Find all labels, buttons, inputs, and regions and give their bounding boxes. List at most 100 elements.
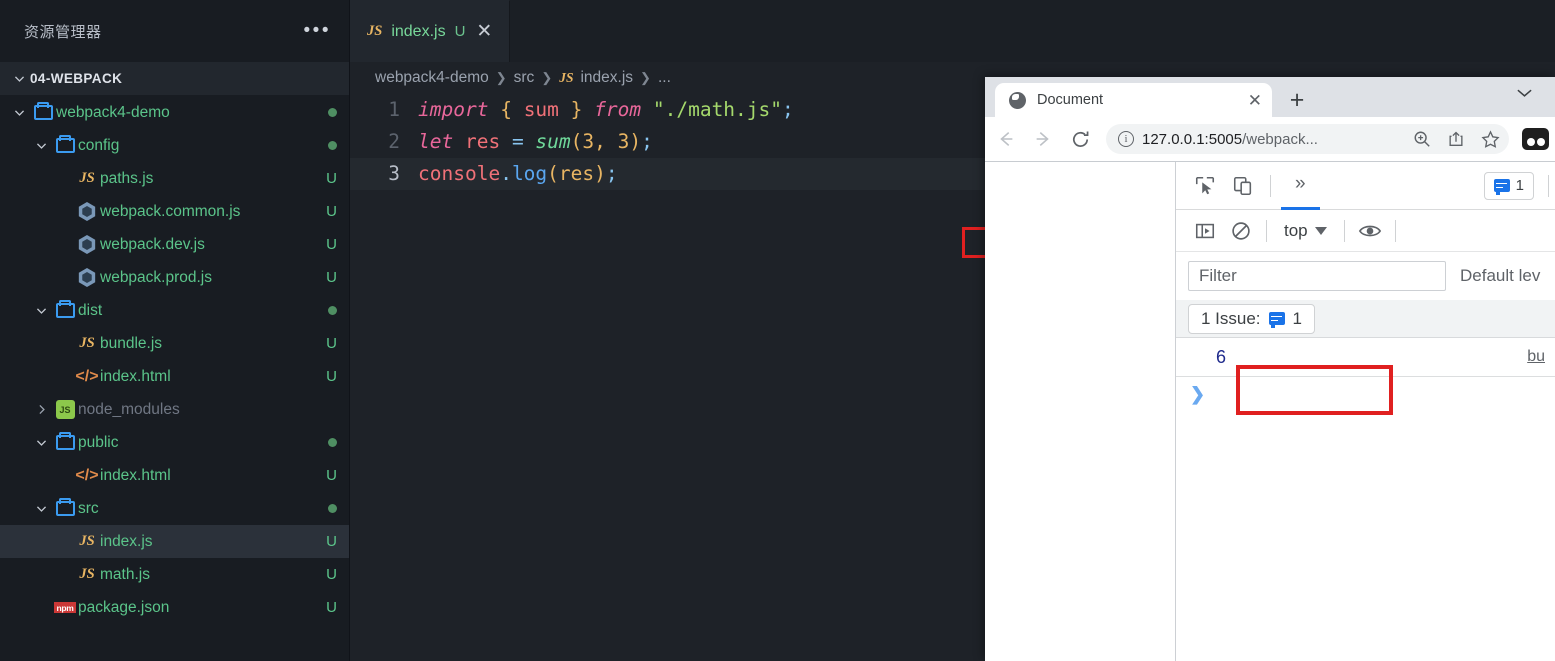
tree-item-webpack4-demo[interactable]: webpack4-demo	[0, 96, 349, 129]
tree-item-node_modules[interactable]: JS node_modules	[0, 393, 349, 426]
file-tree: webpack4-demo config JS paths.js Uwebpack.co…	[0, 95, 349, 624]
divider	[1548, 174, 1549, 197]
git-status-badge: U	[326, 533, 337, 550]
workspace-root-row[interactable]: 04-WEBPACK	[0, 62, 349, 95]
folder-icon	[52, 498, 78, 516]
token-keyword: let	[418, 130, 454, 153]
js-icon: JS	[559, 70, 574, 85]
folder-status-dot	[328, 141, 337, 150]
tree-item-package-json[interactable]: npm package.json U	[0, 591, 349, 624]
chevron-down-icon	[8, 106, 30, 119]
breadcrumb-item-1[interactable]: src	[514, 69, 535, 87]
close-icon[interactable]: ✕	[474, 22, 492, 41]
eye-icon[interactable]	[1353, 215, 1387, 247]
page-viewport: » 1 top Filter Default lev 1 Issue: 1 6 …	[985, 161, 1555, 661]
filter-input[interactable]	[1188, 261, 1446, 291]
tree-item-index-js[interactable]: JS index.js U	[0, 525, 349, 558]
zoom-in-icon[interactable]	[1409, 126, 1435, 152]
address-bar[interactable]: i 127.0.0.1:5005/webpack...	[1106, 124, 1509, 154]
token-brace: }	[558, 98, 595, 121]
folder-status-dot	[328, 504, 337, 513]
console-output[interactable]: 6 bu ❯	[1176, 338, 1555, 661]
line-number: 2	[388, 130, 400, 153]
tree-item-label: dist	[78, 301, 103, 319]
clear-console-icon[interactable]	[1224, 215, 1258, 247]
browser-tab-title: Document	[1037, 92, 1104, 108]
plus-icon[interactable]: +	[1281, 84, 1313, 116]
explorer-header: 资源管理器 •••	[0, 0, 349, 62]
tree-item-label: package.json	[78, 598, 170, 616]
inspect-cursor-icon[interactable]	[1188, 170, 1222, 202]
chevron-right-icon	[30, 403, 52, 416]
js-icon: JS	[367, 23, 383, 39]
share-icon[interactable]	[1443, 126, 1469, 152]
issues-banner: 1 Issue: 1	[1176, 300, 1555, 338]
url-host: 127.0.0.1:5005	[1142, 130, 1243, 148]
tree-item-webpack-common-js[interactable]: webpack.common.js U	[0, 195, 349, 228]
webpack-icon	[74, 235, 100, 254]
console-log-source-link[interactable]: bu	[1527, 348, 1545, 366]
more-tabs-button[interactable]: »	[1281, 162, 1320, 210]
token-method: log	[511, 162, 548, 185]
git-status-badge: U	[326, 269, 337, 286]
token-identifier: sum	[523, 98, 559, 121]
token-string: "./math.js"	[641, 98, 783, 121]
tree-item-index-html[interactable]: </> index.html U	[0, 459, 349, 492]
tree-item-dist[interactable]: dist	[0, 294, 349, 327]
git-status-badge: U	[326, 236, 337, 253]
editor-tabbar: JS index.js U ✕	[350, 0, 1555, 62]
tree-item-paths-js[interactable]: JS paths.js U	[0, 162, 349, 195]
url-path: /webpack...	[1242, 130, 1318, 148]
folder-icon	[30, 102, 56, 120]
breadcrumb-item-0[interactable]: webpack4-demo	[375, 69, 489, 87]
tree-item-math-js[interactable]: JS math.js U	[0, 558, 349, 591]
back-arrow-icon[interactable]	[989, 122, 1023, 156]
profile-icon[interactable]	[1522, 128, 1549, 150]
context-selector[interactable]: top	[1275, 221, 1336, 241]
tree-item-label: index.js	[100, 532, 153, 550]
issues-badge[interactable]: 1	[1483, 171, 1534, 200]
breadcrumb-separator: ❯	[541, 70, 553, 85]
star-icon[interactable]	[1477, 126, 1503, 152]
devtools-toolbar: » 1	[1176, 162, 1555, 210]
breadcrumb-item-2[interactable]: index.js	[580, 69, 633, 87]
console-sidebar-icon[interactable]	[1188, 215, 1222, 247]
console-log-row[interactable]: 6 bu	[1176, 338, 1555, 377]
console-log-value: 6	[1216, 346, 1227, 367]
info-circle-icon[interactable]: i	[1118, 131, 1134, 147]
reload-icon[interactable]	[1063, 122, 1097, 156]
js-icon: JS	[79, 170, 95, 186]
chevron-down-icon[interactable]	[1516, 86, 1533, 104]
token-keyword: import	[418, 98, 489, 121]
token-args: (res)	[547, 162, 606, 185]
tree-item-webpack-prod-js[interactable]: webpack.prod.js U	[0, 261, 349, 294]
js-icon: JS	[79, 533, 95, 549]
browser-tab-document[interactable]: Document ✕	[995, 83, 1272, 117]
console-filter-bar: Default lev	[1176, 252, 1555, 300]
webpack-icon	[74, 268, 100, 287]
tree-item-bundle-js[interactable]: JS bundle.js U	[0, 327, 349, 360]
console-prompt[interactable]: ❯	[1176, 377, 1555, 411]
folder-icon	[52, 432, 78, 450]
ellipsis-icon[interactable]: •••	[304, 21, 331, 40]
url-text: 127.0.0.1:5005/webpack...	[1142, 131, 1401, 148]
tree-item-label: math.js	[100, 565, 150, 583]
breadcrumb-item-3[interactable]: ...	[658, 69, 671, 87]
tree-item-label: bundle.js	[100, 334, 163, 352]
tree-item-webpack-dev-js[interactable]: webpack.dev.js U	[0, 228, 349, 261]
tree-item-config[interactable]: config	[0, 129, 349, 162]
git-status-badge: U	[326, 566, 337, 583]
tree-item-src[interactable]: src	[0, 492, 349, 525]
log-level-selector[interactable]: Default lev	[1460, 266, 1540, 286]
token-dot: .	[500, 162, 512, 185]
git-status-badge: U	[326, 203, 337, 220]
tree-item-public[interactable]: public	[0, 426, 349, 459]
issues-button[interactable]: 1 Issue: 1	[1188, 303, 1316, 334]
line-number: 1	[388, 98, 400, 121]
git-status-badge: U	[326, 335, 337, 352]
device-toolbar-icon[interactable]	[1226, 170, 1260, 202]
tree-item-index-html[interactable]: </> index.html U	[0, 360, 349, 393]
close-icon[interactable]: ✕	[1248, 92, 1262, 109]
forward-arrow-icon[interactable]	[1026, 122, 1060, 156]
tab-index-js[interactable]: JS index.js U ✕	[350, 0, 511, 62]
